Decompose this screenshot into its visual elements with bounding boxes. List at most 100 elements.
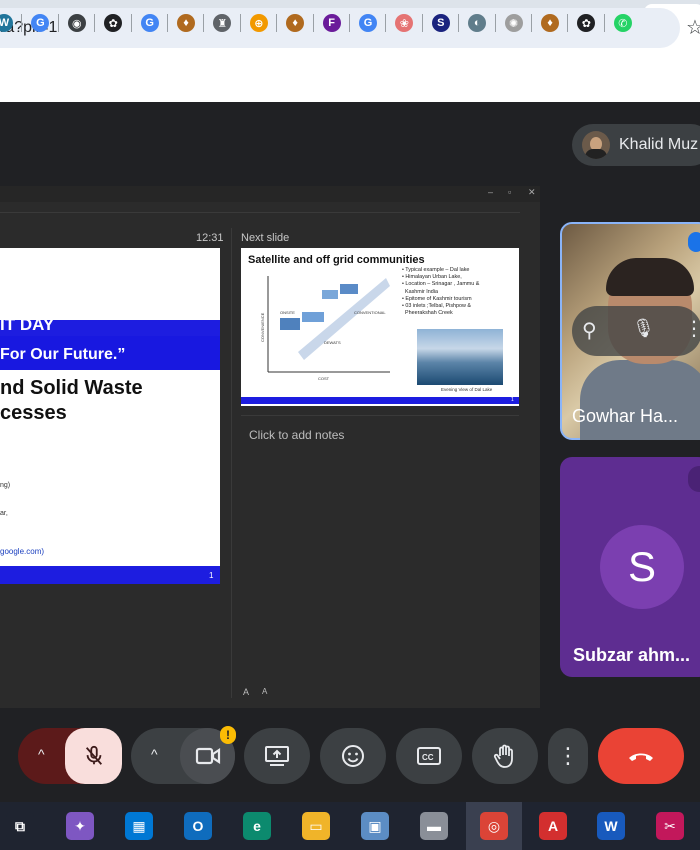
audio-options-chevron-icon[interactable]: ^: [38, 746, 45, 762]
slide-heading-line2: cesses: [0, 402, 67, 424]
store-icon[interactable]: ▦: [125, 812, 153, 840]
next-slide-bullet: Pheerakshah Creek: [402, 310, 453, 317]
bookmark-star-icon[interactable]: ☆: [686, 15, 700, 40]
browser-tab[interactable]: ✺: [496, 6, 532, 40]
browser-tab[interactable]: G: [22, 6, 58, 40]
browser-tab[interactable]: ✆: [605, 6, 641, 40]
next-slide-photo-caption: Evening View of Dal Lake: [441, 387, 493, 392]
tab-separator: [458, 14, 460, 32]
next-slide-footer-bar: [241, 397, 519, 404]
present-icon: [265, 746, 289, 766]
more-options-icon[interactable]: ⋮: [684, 316, 700, 341]
close-window-icon[interactable]: ✕: [528, 187, 536, 198]
tab-separator: [239, 14, 241, 32]
tab-separator: [167, 14, 168, 32]
network-computer-icon[interactable]: ▣: [361, 812, 389, 840]
captions-button[interactable]: CC: [396, 728, 462, 784]
browser-tab[interactable]: G: [350, 6, 386, 40]
svg-text:ONSITE: ONSITE: [280, 310, 295, 315]
tab-separator: [531, 14, 532, 32]
participant-video-hair: [606, 258, 694, 296]
presenter-avatar: [582, 131, 610, 159]
participant-video-body: [580, 360, 700, 440]
openai-icon: ✿: [104, 14, 123, 32]
address-bar-area: [0, 46, 700, 102]
slide-heading-line1: nd Solid Waste: [0, 377, 143, 399]
tab-separator: [421, 14, 423, 32]
figure-icon: ♦: [177, 14, 195, 32]
next-slide-page-number: 1: [511, 397, 514, 403]
slide-footer-bar: [0, 566, 220, 584]
globe-blue-icon: ◐: [468, 14, 487, 32]
browser-tab[interactable]: ◉: [59, 6, 95, 40]
browser-tab[interactable]: ♦: [532, 6, 568, 40]
snipping-tool-icon[interactable]: ✂: [656, 812, 684, 840]
acrobat-icon[interactable]: A: [539, 812, 567, 840]
openai-icon: ✿: [577, 14, 596, 32]
pane-divider[interactable]: [231, 228, 232, 698]
tab-separator: [385, 14, 387, 32]
browser-tab[interactable]: ❀: [386, 6, 422, 40]
copilot-icon[interactable]: ✦: [66, 812, 94, 840]
browser-tab[interactable]: W: [0, 6, 22, 40]
mute-participant-icon[interactable]: 🎙︎: [632, 318, 655, 339]
restore-icon[interactable]: ▫: [508, 187, 511, 197]
mic-off-icon: [85, 745, 102, 765]
microphone-toggle-button[interactable]: [65, 728, 122, 784]
pin-icon[interactable]: ⚲: [582, 318, 597, 343]
next-slide-bullet: • Typical example – Dal lake: [402, 267, 470, 273]
tab-separator: [57, 14, 59, 32]
slide-email-link: google.com): [0, 547, 45, 556]
browser-tab[interactable]: ♜: [204, 6, 240, 40]
task-view-icon[interactable]: ⧉: [6, 812, 34, 840]
svg-text:COST: COST: [318, 376, 330, 381]
edge-icon[interactable]: e: [243, 812, 271, 840]
present-screen-button[interactable]: [244, 728, 310, 784]
decrease-font-button[interactable]: A: [262, 687, 267, 696]
svg-text:CONVENIENCE: CONVENIENCE: [260, 312, 265, 342]
presenter-view-titlebar: [0, 186, 540, 202]
camera-icon: [195, 747, 220, 765]
globe-icon: ◉: [67, 14, 86, 32]
browser-tab[interactable]: ✿: [95, 6, 131, 40]
outlook-icon[interactable]: O: [184, 812, 212, 840]
file-explorer-icon[interactable]: ▭: [302, 812, 330, 840]
next-slide-bullets: • Typical example – Dal lake • Himalayan …: [402, 267, 517, 317]
leave-call-button[interactable]: [598, 728, 684, 784]
svg-text:DEWATS: DEWATS: [324, 340, 341, 345]
chrome-icon[interactable]: ◎: [480, 812, 508, 840]
increase-font-button[interactable]: A: [243, 687, 249, 697]
slide-detail-line2: ar,: [0, 510, 8, 517]
browser-tab[interactable]: F: [314, 6, 350, 40]
svg-text:CC: CC: [422, 753, 434, 762]
drive-icon[interactable]: ▬: [420, 812, 448, 840]
minimize-icon[interactable]: –: [488, 187, 493, 197]
slide-banner-line1: IT DAY: [0, 315, 55, 334]
browser-tab[interactable]: ♦: [168, 6, 204, 40]
word-icon[interactable]: W: [597, 812, 625, 840]
flower-icon: ❀: [395, 14, 414, 32]
browser-tab[interactable]: ✿: [568, 6, 604, 40]
slide-banner-line2: For Our Future.”: [0, 346, 126, 363]
reactions-button[interactable]: [320, 728, 386, 784]
wordpress-icon: W: [0, 14, 13, 32]
figure-icon: ♦: [541, 14, 559, 32]
next-slide-title: Satellite and off grid communities: [248, 254, 425, 266]
more-options-button[interactable]: ⋮: [548, 728, 588, 784]
s-logo-icon: S: [431, 14, 450, 32]
hand-icon: [493, 744, 513, 768]
browser-tab[interactable]: ♦: [277, 6, 313, 40]
next-slide-bullet: Kashmir India: [402, 288, 438, 295]
speaker-notes-field[interactable]: Click to add notes: [249, 428, 344, 442]
browser-tab[interactable]: G: [132, 6, 168, 40]
video-options-chevron-icon[interactable]: ^: [151, 746, 158, 762]
raise-hand-button[interactable]: [472, 728, 538, 784]
browser-tab[interactable]: ⊕: [241, 6, 277, 40]
closed-captions-icon: CC: [417, 747, 441, 765]
next-slide-diagram: ONSITE DEWATS CONVENTIONAL COST CONVENIE…: [260, 276, 390, 381]
participant-name: Gowhar Ha...: [572, 406, 679, 426]
next-slide-bullet: • Himalayan Urban Lake,: [402, 274, 462, 281]
browser-tab[interactable]: S: [423, 6, 459, 40]
tab-separator: [130, 14, 132, 32]
browser-tab[interactable]: ◐: [459, 6, 495, 40]
